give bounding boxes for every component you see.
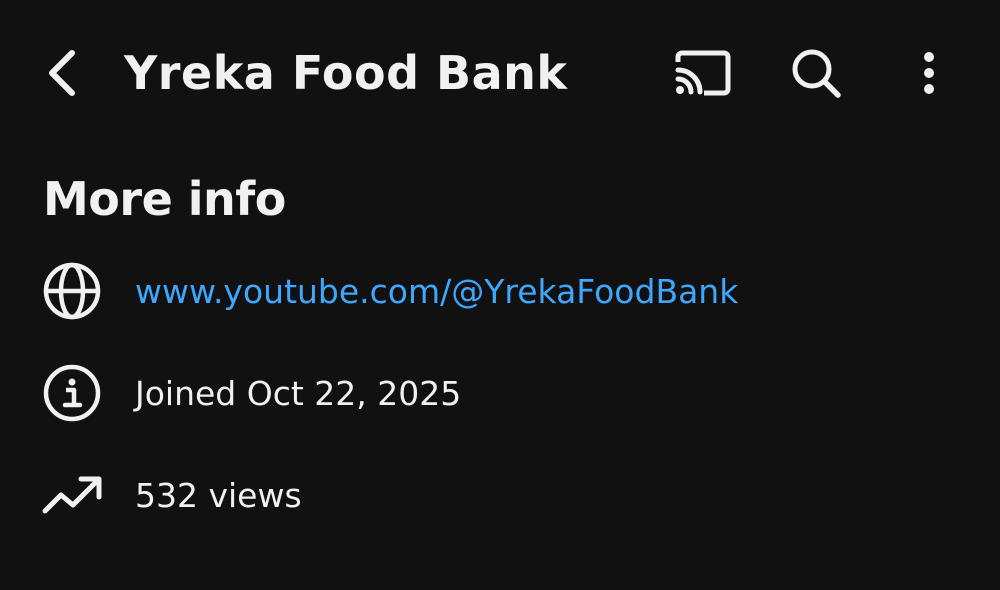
cast-icon	[672, 48, 734, 102]
views-row: 532 views	[40, 463, 960, 527]
search-button[interactable]	[780, 40, 852, 110]
search-icon	[788, 45, 844, 105]
trending-up-icon	[40, 463, 104, 527]
info-icon	[40, 361, 104, 425]
chevron-left-icon	[44, 47, 80, 103]
cast-button[interactable]	[666, 40, 740, 110]
joined-date-row: Joined Oct 22, 2025	[40, 361, 960, 425]
channel-link-row: www.youtube.com/@YrekaFoodBank	[40, 259, 960, 323]
joined-date-text: Joined Oct 22, 2025	[135, 373, 462, 413]
back-button[interactable]	[32, 40, 92, 110]
globe-icon	[40, 259, 104, 323]
channel-title: Yreka Food Bank	[124, 46, 568, 100]
more-info-heading: More info	[43, 172, 286, 226]
more-vertical-icon	[922, 51, 936, 99]
more-options-button[interactable]	[900, 40, 958, 110]
app-header: Yreka Food Bank	[0, 0, 1000, 150]
view-count-text: 532 views	[135, 475, 302, 515]
channel-url-link[interactable]: www.youtube.com/@YrekaFoodBank	[135, 272, 738, 311]
